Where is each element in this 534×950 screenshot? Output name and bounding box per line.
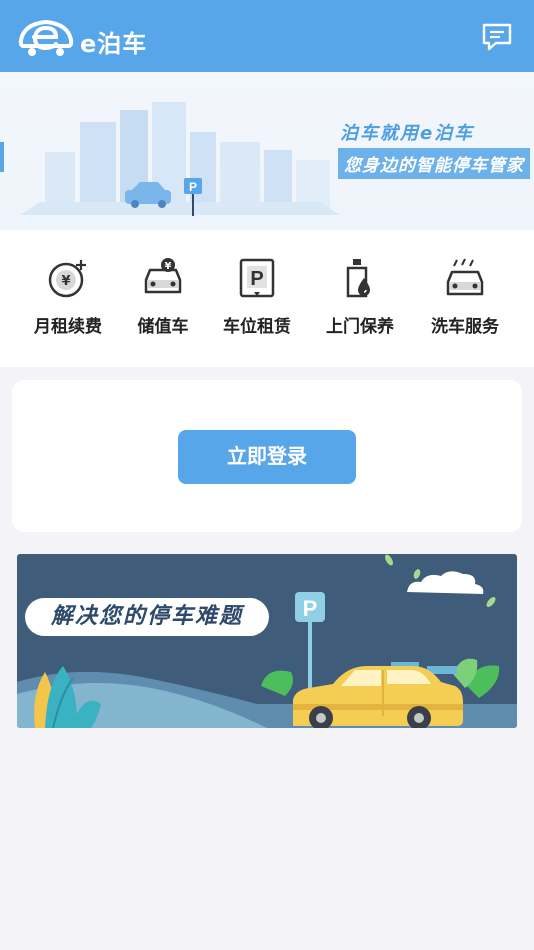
maintenance-icon <box>346 259 370 298</box>
parking-promo-illustration: P <box>17 554 517 728</box>
service-item-maintenance[interactable]: 上门保养 <box>308 256 412 348</box>
banner-parking-sign: P <box>189 180 197 194</box>
app-title: e泊车 <box>80 30 148 58</box>
monthly-renewal-icon: ¥ <box>48 260 86 298</box>
message-icon[interactable] <box>480 22 514 52</box>
hero-banner[interactable]: P 泊车就用e泊车 您身边的智能停车管家 <box>0 72 534 230</box>
e-car-logo-icon <box>18 19 74 56</box>
service-label: 月租续费 <box>34 317 102 337</box>
svg-text:P: P <box>250 268 263 290</box>
service-label: 储值车 <box>137 317 189 337</box>
app-header: e泊车 <box>0 0 534 72</box>
stored-value-car-icon: ¥ <box>144 258 182 294</box>
svg-text:¥: ¥ <box>165 261 172 272</box>
svg-text:¥: ¥ <box>61 274 70 289</box>
banner-slogan-line2: 您身边的智能停车管家 <box>338 148 530 179</box>
service-grid: ¥ 月租续费 ¥ 储值车 P 车位租赁 上门保养 洗车服务 <box>0 230 534 367</box>
login-card: 立即登录 <box>12 380 522 532</box>
promo-parking-sign: P <box>303 596 318 621</box>
service-label: 车位租赁 <box>223 317 291 337</box>
service-item-car-wash[interactable]: 洗车服务 <box>413 256 517 348</box>
promo-banner[interactable]: P 解决您的停车难题 <box>17 554 517 728</box>
banner-slogan-line1: 泊车就用e泊车 <box>340 123 475 144</box>
service-item-monthly-renewal[interactable]: ¥ 月租续费 <box>16 256 120 348</box>
service-label: 洗车服务 <box>431 317 499 337</box>
service-label: 上门保养 <box>326 317 394 337</box>
login-button[interactable]: 立即登录 <box>178 430 356 484</box>
service-item-parking-space[interactable]: P 车位租赁 <box>205 256 309 348</box>
promo-title: 解决您的停车难题 <box>25 598 269 636</box>
car-wash-icon <box>446 258 484 296</box>
service-item-stored-value-car[interactable]: ¥ 储值车 <box>111 256 215 348</box>
parking-space-icon: P <box>239 258 275 298</box>
